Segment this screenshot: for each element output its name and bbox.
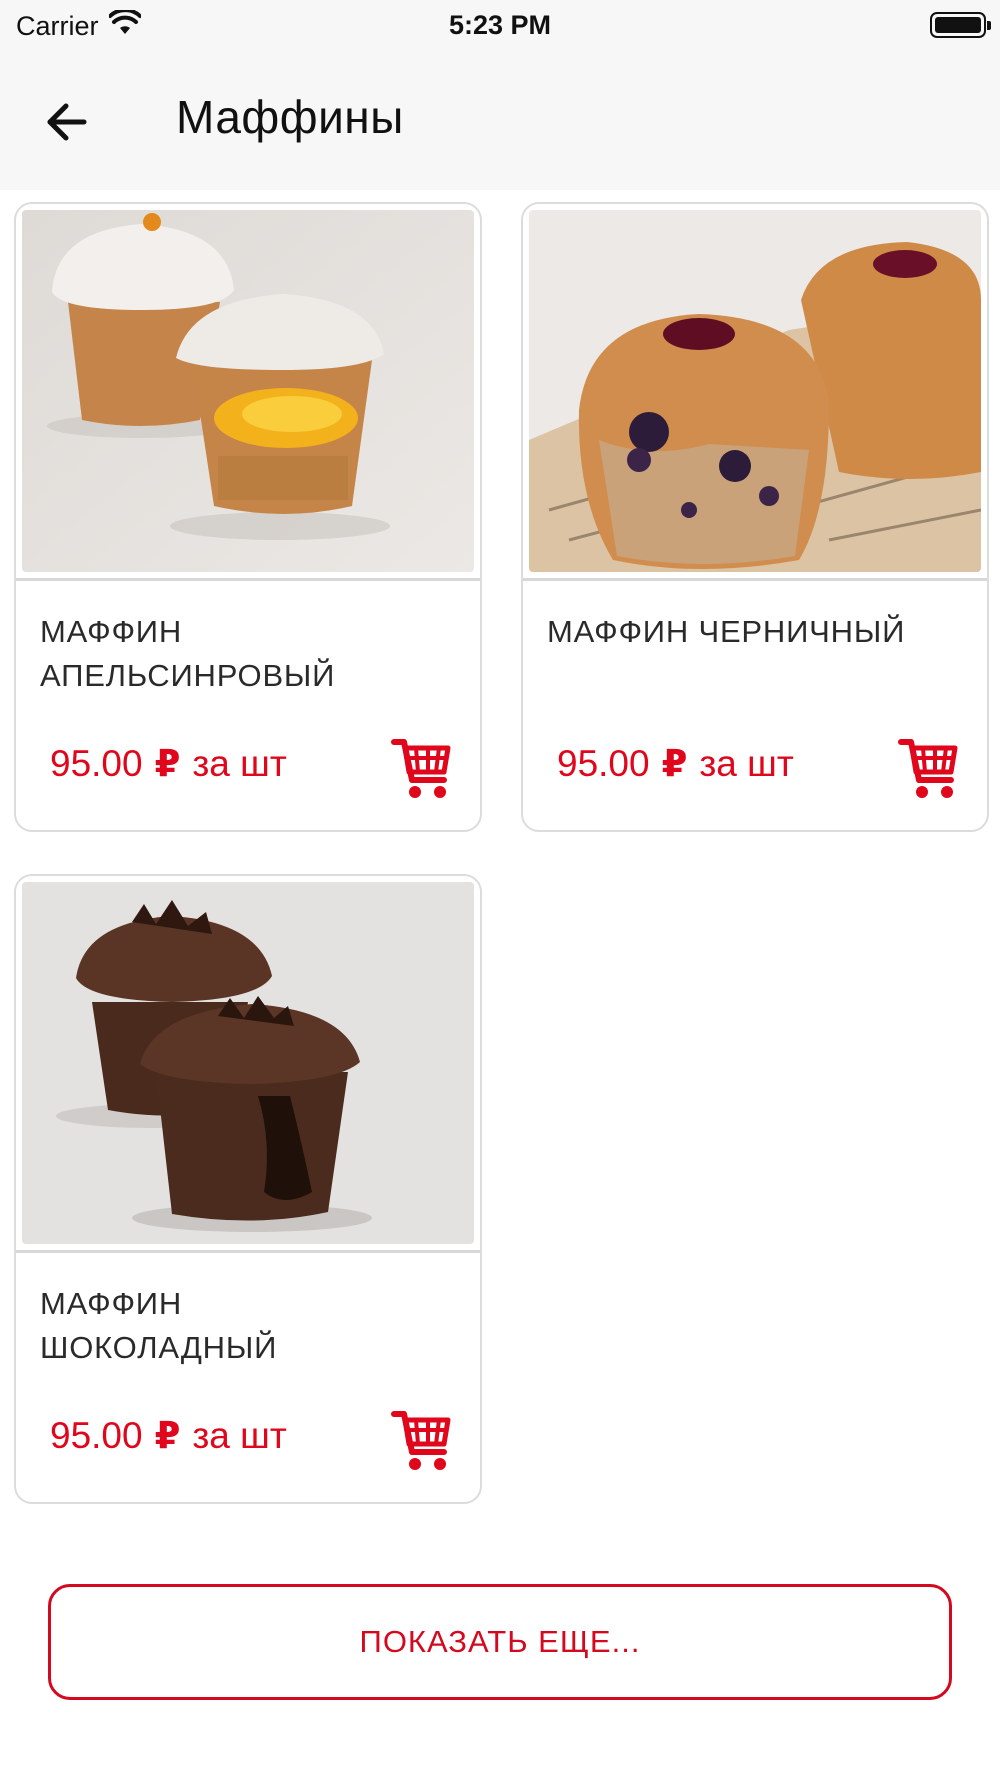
add-to-cart-button[interactable] — [390, 736, 452, 802]
price-value: 95.00 — [50, 1415, 143, 1456]
page-title: Маффины — [176, 91, 404, 143]
back-arrow-icon — [47, 103, 87, 141]
product-title: МАФФИН ШОКОЛАДНЫЙ — [40, 1282, 460, 1370]
currency-symbol: ₽ — [154, 1415, 181, 1456]
price-unit: за шт — [192, 743, 287, 784]
product-card[interactable]: МАФФИН АПЕЛЬСИНРОВЫЙ 95.00 ₽ за шт — [14, 202, 482, 832]
card-divider — [16, 1250, 480, 1253]
currency-symbol: ₽ — [661, 743, 688, 784]
product-card[interactable]: МАФФИН ШОКОЛАДНЫЙ 95.00 ₽ за шт — [14, 874, 482, 1504]
orange-muffin-image — [22, 210, 474, 572]
back-button[interactable] — [36, 92, 96, 152]
product-title-line: ШОКОЛАДНЫЙ — [40, 1330, 278, 1365]
nav-bar: Маффины — [0, 52, 1000, 190]
price-value: 95.00 — [50, 743, 143, 784]
cart-icon — [391, 739, 451, 798]
product-price: 95.00 ₽ за шт — [50, 1414, 287, 1457]
product-title-line: МАФФИН — [40, 1286, 183, 1321]
currency-symbol: ₽ — [154, 743, 181, 784]
product-price: 95.00 ₽ за шт — [557, 742, 794, 785]
card-divider — [523, 578, 987, 581]
product-title-line: МАФФИН — [40, 614, 183, 649]
cart-icon — [391, 1411, 451, 1470]
product-title-line: МАФФИН ЧЕРНИЧНЫЙ — [547, 614, 906, 649]
price-unit: за шт — [192, 1415, 287, 1456]
status-bar: Carrier 5:23 PM — [0, 0, 1000, 52]
cart-icon — [898, 739, 958, 798]
product-title: МАФФИН ЧЕРНИЧНЫЙ — [547, 610, 967, 654]
product-card[interactable]: МАФФИН ЧЕРНИЧНЫЙ 95.00 ₽ за шт — [521, 202, 989, 832]
product-price: 95.00 ₽ за шт — [50, 742, 287, 785]
add-to-cart-button[interactable] — [897, 736, 959, 802]
status-time: 5:23 PM — [448, 10, 552, 40]
chocolate-muffin-image — [22, 882, 474, 1244]
price-unit: за шт — [699, 743, 794, 784]
battery-icon — [930, 12, 991, 38]
product-title-line: АПЕЛЬСИНРОВЫЙ — [40, 658, 336, 693]
card-divider — [16, 578, 480, 581]
price-value: 95.00 — [557, 743, 650, 784]
product-title: МАФФИН АПЕЛЬСИНРОВЫЙ — [40, 610, 460, 698]
blueberry-muffin-image — [529, 210, 981, 572]
add-to-cart-button[interactable] — [390, 1408, 452, 1474]
show-more-button[interactable]: ПОКАЗАТЬ ЕЩЕ... — [48, 1584, 952, 1700]
